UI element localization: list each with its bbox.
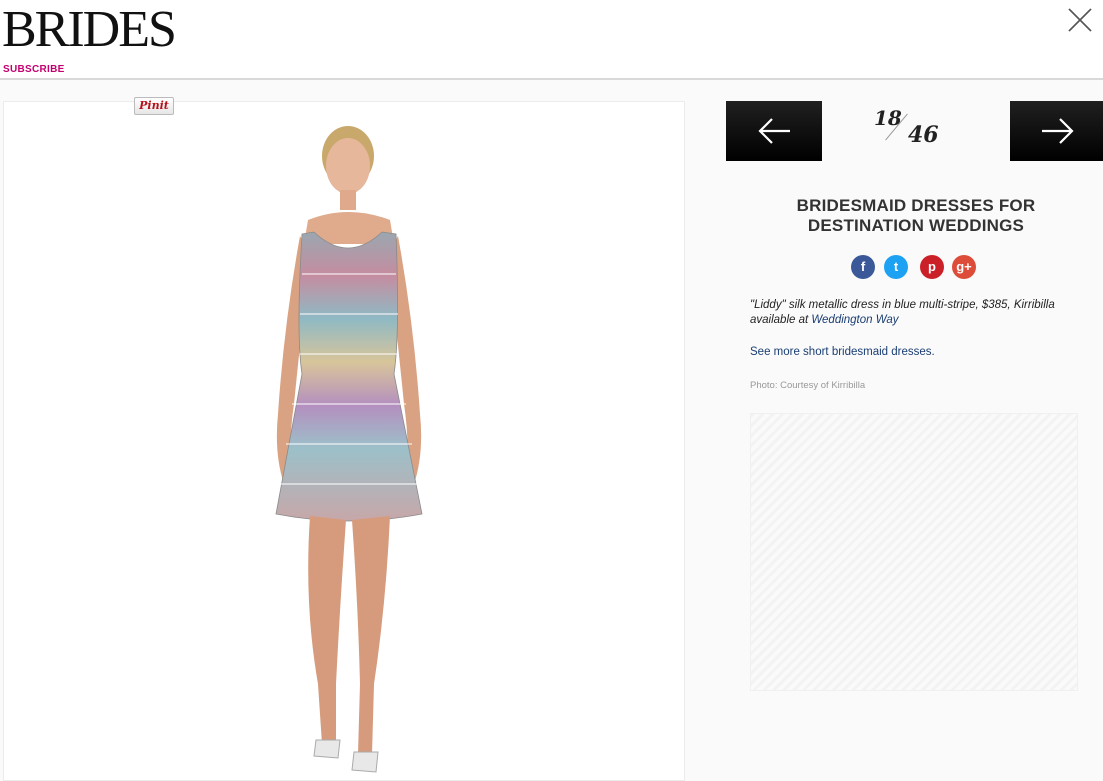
- ad-placeholder: [750, 413, 1078, 691]
- previous-button[interactable]: [726, 101, 822, 161]
- close-icon[interactable]: [1064, 4, 1096, 36]
- photo-credit: Photo: Courtesy of Kirribilla: [750, 380, 866, 391]
- brides-logo[interactable]: BRIDES: [2, 2, 177, 58]
- title-line-2: DESTINATION WEDDINGS: [807, 216, 1025, 235]
- slide-counter: 18 46: [860, 102, 960, 158]
- arrow-left-icon: [758, 118, 790, 144]
- total-slides: 46: [908, 122, 939, 148]
- pinterest-icon[interactable]: p: [920, 255, 944, 279]
- arrow-right-icon: [1042, 118, 1074, 144]
- caption-text: "Liddy" silk metallic dress in blue mult…: [750, 299, 1055, 326]
- facebook-icon[interactable]: f: [851, 255, 875, 279]
- slide-caption: "Liddy" silk metallic dress in blue mult…: [750, 298, 1090, 328]
- title-line-1: BRIDESMAID DRESSES FOR: [796, 196, 1036, 215]
- dress-photo: [275, 126, 423, 773]
- twitter-icon[interactable]: t: [884, 255, 908, 279]
- retailer-link[interactable]: Weddington Way: [811, 314, 898, 326]
- site-header: BRIDES SUBSCRIBE: [0, 0, 1103, 80]
- subscribe-link[interactable]: SUBSCRIBE: [3, 64, 65, 75]
- pin-it-button[interactable]: Pinit: [134, 97, 174, 115]
- see-more-link[interactable]: See more short bridesmaid dresses.: [750, 346, 935, 358]
- next-button[interactable]: [1010, 101, 1103, 161]
- gallery-title: BRIDESMAID DRESSES FOR DESTINATION WEDDI…: [740, 196, 1092, 236]
- google-plus-icon[interactable]: g+: [952, 255, 976, 279]
- gallery-image-panel: [3, 101, 685, 781]
